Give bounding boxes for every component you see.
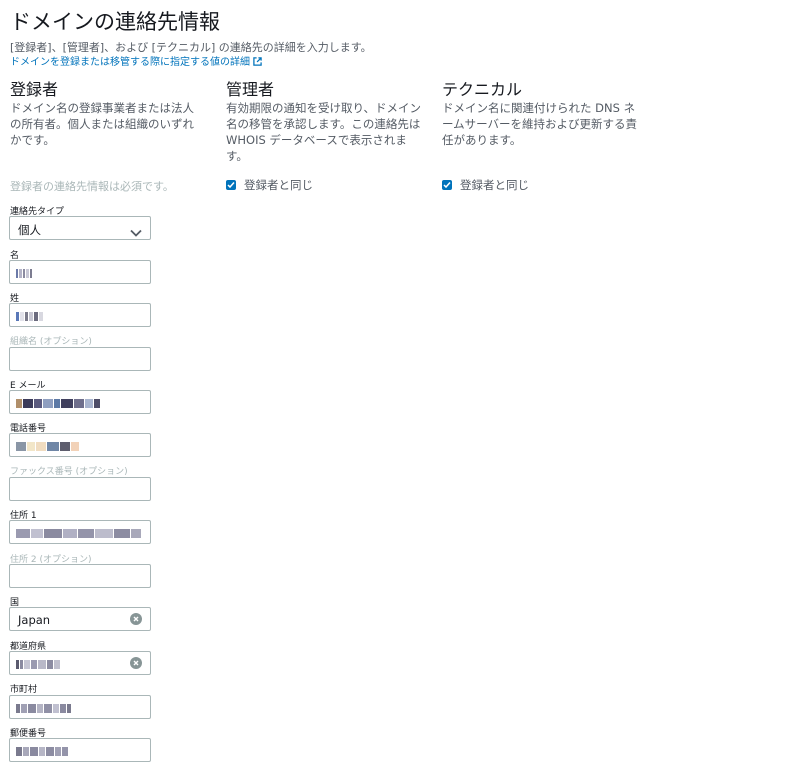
registrant-required-note: 登録者の連絡先情報は必須です。 (10, 180, 174, 193)
email-input[interactable] (9, 390, 151, 414)
fax-label: ファックス番号 (オプション) (10, 467, 128, 477)
tech-description: ドメイン名に関連付けられた DNS ネームサーバーを維持および更新する責任があり… (442, 101, 638, 147)
admin-checkbox-label: 登録者と同じ (244, 178, 313, 192)
fax-input[interactable] (9, 477, 151, 501)
clear-icon[interactable] (130, 657, 142, 669)
redacted-value (16, 528, 141, 538)
redacted-value (16, 398, 100, 408)
redacted-value (16, 268, 32, 278)
clear-icon[interactable] (130, 613, 142, 625)
checkbox-checked-icon[interactable] (442, 180, 452, 190)
admin-same-as-registrant-checkbox[interactable]: 登録者と同じ (226, 177, 313, 193)
organization-label: 組織名 (オプション) (10, 337, 92, 347)
admin-heading: 管理者 (226, 80, 275, 99)
address2-input[interactable] (9, 564, 151, 588)
learn-more-link[interactable]: ドメインを登録または移管する際に指定する値の詳細 (10, 53, 262, 69)
admin-description: 有効期限の通知を受け取り、ドメイン名の移管を承認します。この連絡先は WHOIS… (226, 101, 422, 163)
first-name-input[interactable] (9, 260, 151, 284)
tech-heading: テクニカル (442, 80, 523, 99)
last-name-input[interactable] (9, 303, 151, 327)
city-input[interactable] (9, 695, 151, 719)
redacted-value (16, 659, 60, 669)
redacted-value (16, 441, 79, 451)
country-select[interactable]: Japan (9, 607, 151, 631)
contact-type-value: 個人 (18, 223, 41, 237)
state-select[interactable] (9, 651, 151, 675)
learn-more-link-label: ドメインを登録または移管する際に指定する値の詳細 (10, 57, 250, 68)
contact-type-select[interactable]: 個人 (9, 216, 151, 240)
organization-input[interactable] (9, 347, 151, 371)
phone-input[interactable] (9, 433, 151, 457)
redacted-value (16, 311, 43, 321)
registrant-description: ドメイン名の登録事業者または法人の所有者。個人または組織のいずれかです。 (10, 101, 194, 147)
page-title: ドメインの連絡先情報 (10, 10, 220, 34)
country-value: Japan (18, 613, 51, 627)
checkbox-checked-icon[interactable] (226, 180, 236, 190)
tech-same-as-registrant-checkbox[interactable]: 登録者と同じ (442, 177, 529, 193)
address1-input[interactable] (9, 520, 151, 544)
external-link-icon (253, 57, 262, 69)
city-label: 市町村 (10, 685, 38, 695)
postal-code-input[interactable] (9, 738, 151, 762)
redacted-value (16, 746, 68, 756)
redacted-value (16, 703, 71, 713)
registrant-heading: 登録者 (10, 80, 59, 99)
tech-checkbox-label: 登録者と同じ (460, 178, 529, 192)
chevron-down-icon (130, 223, 142, 242)
